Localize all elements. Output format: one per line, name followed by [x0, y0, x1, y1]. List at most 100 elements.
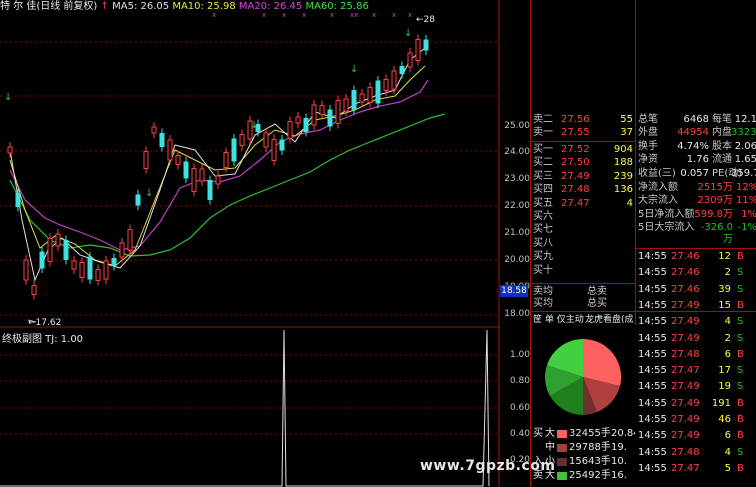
candle-body	[287, 121, 293, 139]
candle-body	[151, 126, 157, 134]
stat-label: 流通	[712, 154, 732, 166]
svg-text:↓: ↓	[145, 188, 153, 199]
candle-body	[167, 139, 173, 161]
tick-price: 27.47	[671, 462, 700, 474]
candle-body	[199, 168, 205, 182]
flow-pct: -1%	[737, 222, 756, 234]
legend-size: 大	[545, 428, 555, 439]
tick-price: 27.49	[671, 430, 700, 442]
stat-label: 换手	[638, 140, 658, 152]
tick-side: S	[737, 283, 744, 295]
sell-vol: 37	[620, 127, 633, 138]
buy-vol	[591, 238, 633, 250]
axis-tick: 18.00	[504, 309, 530, 319]
legend-side: 买	[533, 428, 543, 439]
buy-vol	[591, 211, 633, 223]
candle-body	[111, 258, 117, 266]
candle-body	[223, 152, 229, 168]
legend-pct: 19.	[611, 442, 627, 453]
tick-vol: 15	[718, 299, 731, 311]
buy-vol	[591, 265, 633, 277]
tab-single[interactable]: 单	[545, 315, 554, 325]
tab-pie[interactable]: 筐	[533, 315, 542, 325]
candle-body	[375, 80, 381, 104]
candle-body	[351, 90, 357, 110]
sub-axis-tick: 0.60	[509, 403, 530, 413]
candle-body	[215, 175, 221, 185]
stat-value: 12.1	[734, 114, 756, 125]
tick-vol: 6	[724, 348, 731, 360]
candle-body	[383, 79, 389, 91]
legend-size: 中	[545, 442, 555, 453]
legend-side: 入	[533, 456, 543, 467]
tick-time: 14:55	[638, 446, 667, 458]
candle-body	[23, 259, 29, 281]
tick-vol: 17	[718, 365, 731, 377]
tick-time: 14:55	[638, 397, 667, 409]
candle-body	[407, 52, 413, 68]
high-price-label: ←28	[416, 15, 435, 25]
tick-price: 27.48	[671, 446, 700, 458]
svg-text:↓: ↓	[350, 64, 358, 75]
stat-label: 股本	[712, 140, 732, 152]
flow-pct: 11%	[736, 195, 756, 207]
candle-body	[399, 66, 405, 74]
candle-body	[7, 146, 13, 154]
stat-label: 外盘	[638, 127, 658, 139]
buy-price: 27.48	[561, 184, 590, 196]
buy-label: 买四	[533, 184, 553, 196]
candle-body	[55, 233, 61, 247]
svg-text:x: x	[330, 11, 334, 19]
svg-text:↓: ↓	[250, 120, 258, 131]
tick-vol: 4	[724, 316, 731, 328]
flow-value: 2309万	[697, 195, 733, 207]
stat-value: 2.06亿	[734, 140, 756, 152]
sell-price: 27.56	[561, 114, 590, 125]
flow-label: 5日净流入额	[638, 208, 695, 220]
flow-value: 2515万	[697, 182, 733, 193]
stat-label: 每笔	[712, 114, 732, 125]
stat-value: 44954	[677, 127, 709, 139]
buy-vol: 4	[626, 197, 633, 209]
sub-axis-tick: 0.40	[509, 429, 530, 439]
candle-body	[103, 260, 109, 280]
sub-axis-tick: 1.00	[509, 350, 530, 360]
svg-text:x: x	[212, 11, 216, 19]
tick-time: 14:55	[638, 462, 667, 474]
tick-time: 14:55	[638, 332, 667, 344]
buy-price: 27.52	[561, 144, 590, 155]
kline-chart-area[interactable]: 特 尔 佳(日线 前复权) ↑ MA5: 26.05 MA10: 25.98 M…	[0, 0, 555, 487]
tick-side: B	[737, 251, 744, 262]
buy-label: 买九	[533, 251, 553, 263]
candle-body	[159, 133, 165, 147]
tab-active-only[interactable]: 仅主动	[557, 315, 584, 325]
tick-vol: 5	[724, 462, 731, 474]
candle-body	[327, 109, 333, 127]
axis-tick: 25.00	[504, 121, 530, 131]
tick-vol: 12	[718, 251, 731, 262]
tick-side: S	[737, 316, 744, 328]
flow-label: 净流入额	[638, 182, 678, 193]
stat-value: 1.76	[686, 154, 709, 166]
stat-label: 净资	[638, 154, 658, 166]
legend-swatch	[557, 430, 567, 438]
candle-body	[143, 151, 149, 169]
candle-body	[303, 118, 309, 132]
buy-label: 买七	[533, 224, 553, 236]
axis-tick: 22.00	[504, 201, 530, 211]
buy-label: 买三	[533, 170, 553, 182]
sub-chart-title: 终极副图 TJ: 1.00	[2, 334, 84, 345]
legend-value: 25492手	[569, 470, 611, 481]
tick-price: 27.49	[671, 316, 700, 328]
candle-body	[175, 155, 181, 165]
total-buy-label: 总买	[587, 298, 607, 309]
flow-label: 5日大宗流入	[638, 222, 695, 234]
legend-swatch	[557, 472, 567, 480]
flow-value: -326.0万	[700, 222, 733, 246]
axis-tick: 20.00	[504, 255, 530, 265]
tick-time: 14:55	[638, 283, 667, 295]
buy-label: 买十	[533, 264, 553, 276]
legend-pct: 20.84%	[611, 428, 635, 439]
avg-buy-label: 买均	[533, 298, 553, 309]
high-arrow-icon: ←	[416, 15, 424, 25]
